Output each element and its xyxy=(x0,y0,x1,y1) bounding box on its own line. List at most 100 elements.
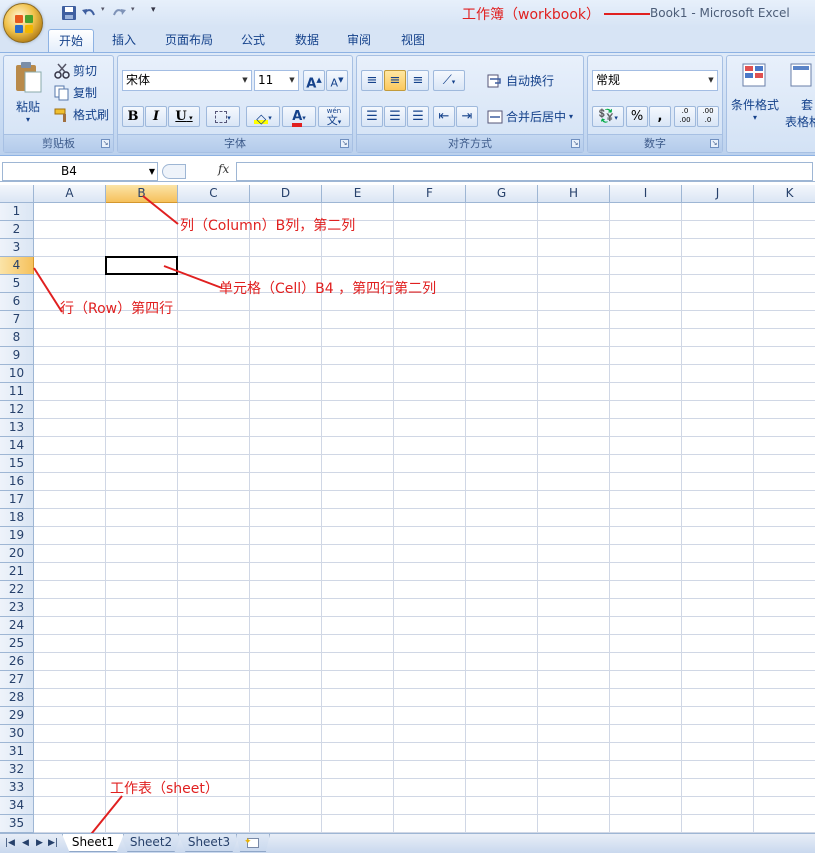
accounting-button[interactable]: 💱▾ xyxy=(592,106,624,127)
prev-sheet-icon[interactable]: ◀ xyxy=(22,838,29,848)
undo-dropdown-icon[interactable]: ▾ xyxy=(101,5,107,21)
font-size-select[interactable]: 11 ▼ xyxy=(254,70,299,91)
row-header-33[interactable]: 33 xyxy=(0,779,34,797)
first-sheet-icon[interactable]: |◀ xyxy=(5,838,15,848)
row-header-23[interactable]: 23 xyxy=(0,599,34,617)
column-header-f[interactable]: F xyxy=(394,185,466,203)
sheet-tab-2[interactable]: Sheet2 xyxy=(120,834,182,852)
tab-page-layout[interactable]: 页面布局 xyxy=(156,29,222,52)
column-header-k[interactable]: K xyxy=(754,185,815,203)
row-header-35[interactable]: 35 xyxy=(0,815,34,833)
column-header-h[interactable]: H xyxy=(538,185,610,203)
tab-formulas[interactable]: 公式 xyxy=(232,29,274,52)
row-header-1[interactable]: 1 xyxy=(0,203,34,221)
fill-color-button[interactable]: ◇ ▾ xyxy=(246,106,280,127)
decrease-decimal-button[interactable]: .00 .0 xyxy=(697,106,719,127)
row-header-11[interactable]: 11 xyxy=(0,383,34,401)
tab-view[interactable]: 视图 xyxy=(392,29,434,52)
row-header-34[interactable]: 34 xyxy=(0,797,34,815)
redo-dropdown-icon[interactable]: ▾ xyxy=(131,5,137,21)
tab-home[interactable]: 开始 xyxy=(48,29,94,52)
column-header-e[interactable]: E xyxy=(322,185,394,203)
row-header-30[interactable]: 30 xyxy=(0,725,34,743)
phonetic-button[interactable]: wén 文▾ xyxy=(318,106,350,127)
row-header-7[interactable]: 7 xyxy=(0,311,34,329)
orientation-button[interactable]: ⟋▾ xyxy=(433,70,465,91)
conditional-formatting-button[interactable]: 条件格式 ▾ xyxy=(731,62,779,122)
row-header-20[interactable]: 20 xyxy=(0,545,34,563)
row-header-10[interactable]: 10 xyxy=(0,365,34,383)
merge-center-button[interactable]: 合并后居中 ▾ xyxy=(487,108,573,125)
font-color-button[interactable]: A▾ xyxy=(282,106,316,127)
redo-icon[interactable] xyxy=(111,5,127,21)
italic-button[interactable]: I xyxy=(145,106,167,127)
copy-button[interactable]: 复制 xyxy=(54,84,97,101)
align-middle-button[interactable]: ≡ xyxy=(384,70,406,91)
row-header-28[interactable]: 28 xyxy=(0,689,34,707)
row-header-12[interactable]: 12 xyxy=(0,401,34,419)
row-header-27[interactable]: 27 xyxy=(0,671,34,689)
sheet-tab-3[interactable]: Sheet3 xyxy=(178,834,240,852)
tab-insert[interactable]: 插入 xyxy=(104,29,144,52)
insert-sheet-button[interactable]: ✦ xyxy=(236,834,270,852)
row-header-14[interactable]: 14 xyxy=(0,437,34,455)
row-header-16[interactable]: 16 xyxy=(0,473,34,491)
shrink-font-button[interactable]: A▼ xyxy=(326,70,348,91)
row-header-8[interactable]: 8 xyxy=(0,329,34,347)
row-header-29[interactable]: 29 xyxy=(0,707,34,725)
row-header-15[interactable]: 15 xyxy=(0,455,34,473)
office-button[interactable] xyxy=(3,3,43,43)
column-header-j[interactable]: J xyxy=(682,185,754,203)
comma-button[interactable]: , xyxy=(649,106,671,127)
align-top-button[interactable]: ≡ xyxy=(361,70,383,91)
bold-button[interactable]: B xyxy=(122,106,144,127)
row-header-17[interactable]: 17 xyxy=(0,491,34,509)
font-family-select[interactable]: 宋体 ▼ xyxy=(122,70,252,91)
font-launcher-icon[interactable]: ↘ xyxy=(340,139,349,148)
increase-decimal-button[interactable]: .0 .00 xyxy=(674,106,696,127)
row-header-6[interactable]: 6 xyxy=(0,293,34,311)
underline-button[interactable]: U ▾ xyxy=(168,106,200,127)
increase-indent-button[interactable]: ⇥ xyxy=(456,106,478,127)
save-icon[interactable] xyxy=(61,5,77,21)
tab-review[interactable]: 审阅 xyxy=(338,29,380,52)
row-header-3[interactable]: 3 xyxy=(0,239,34,257)
row-header-19[interactable]: 19 xyxy=(0,527,34,545)
row-header-5[interactable]: 5 xyxy=(0,275,34,293)
row-header-32[interactable]: 32 xyxy=(0,761,34,779)
format-as-table-button[interactable]: 套 表格格 xyxy=(785,62,815,130)
alignment-launcher-icon[interactable]: ↘ xyxy=(571,139,580,148)
clipboard-launcher-icon[interactable]: ↘ xyxy=(101,139,110,148)
borders-button[interactable]: ▾ xyxy=(206,106,240,127)
row-header-4[interactable]: 4 xyxy=(0,257,34,275)
align-left-button[interactable]: ☰ xyxy=(361,106,383,127)
decrease-indent-button[interactable]: ⇤ xyxy=(433,106,455,127)
percent-button[interactable]: % xyxy=(626,106,648,127)
format-painter-button[interactable]: 格式刷 xyxy=(54,106,109,123)
formula-input[interactable] xyxy=(236,162,813,181)
align-bottom-button[interactable]: ≡ xyxy=(407,70,429,91)
wrap-text-button[interactable]: 自动换行 xyxy=(487,72,554,89)
column-header-b[interactable]: B xyxy=(106,185,178,203)
undo-icon[interactable] xyxy=(81,5,97,21)
name-box[interactable]: B4 ▼ xyxy=(2,162,158,181)
row-header-9[interactable]: 9 xyxy=(0,347,34,365)
select-all-corner[interactable] xyxy=(0,185,34,203)
align-center-button[interactable]: ☰ xyxy=(384,106,406,127)
paste-button[interactable]: 粘贴 ▾ xyxy=(8,60,48,130)
row-header-21[interactable]: 21 xyxy=(0,563,34,581)
last-sheet-icon[interactable]: ▶| xyxy=(48,838,58,848)
row-header-13[interactable]: 13 xyxy=(0,419,34,437)
column-header-d[interactable]: D xyxy=(250,185,322,203)
cut-button[interactable]: 剪切 xyxy=(54,62,97,79)
tab-data[interactable]: 数据 xyxy=(286,29,328,52)
align-right-button[interactable]: ☰ xyxy=(407,106,429,127)
formula-bar-toggle-icon[interactable] xyxy=(162,164,186,179)
column-header-c[interactable]: C xyxy=(178,185,250,203)
column-header-g[interactable]: G xyxy=(466,185,538,203)
customize-icon[interactable]: ▾ xyxy=(151,5,161,21)
row-header-24[interactable]: 24 xyxy=(0,617,34,635)
sheet-tab-1[interactable]: Sheet1 xyxy=(62,834,124,852)
row-header-18[interactable]: 18 xyxy=(0,509,34,527)
grow-font-button[interactable]: A▲ xyxy=(303,70,325,91)
